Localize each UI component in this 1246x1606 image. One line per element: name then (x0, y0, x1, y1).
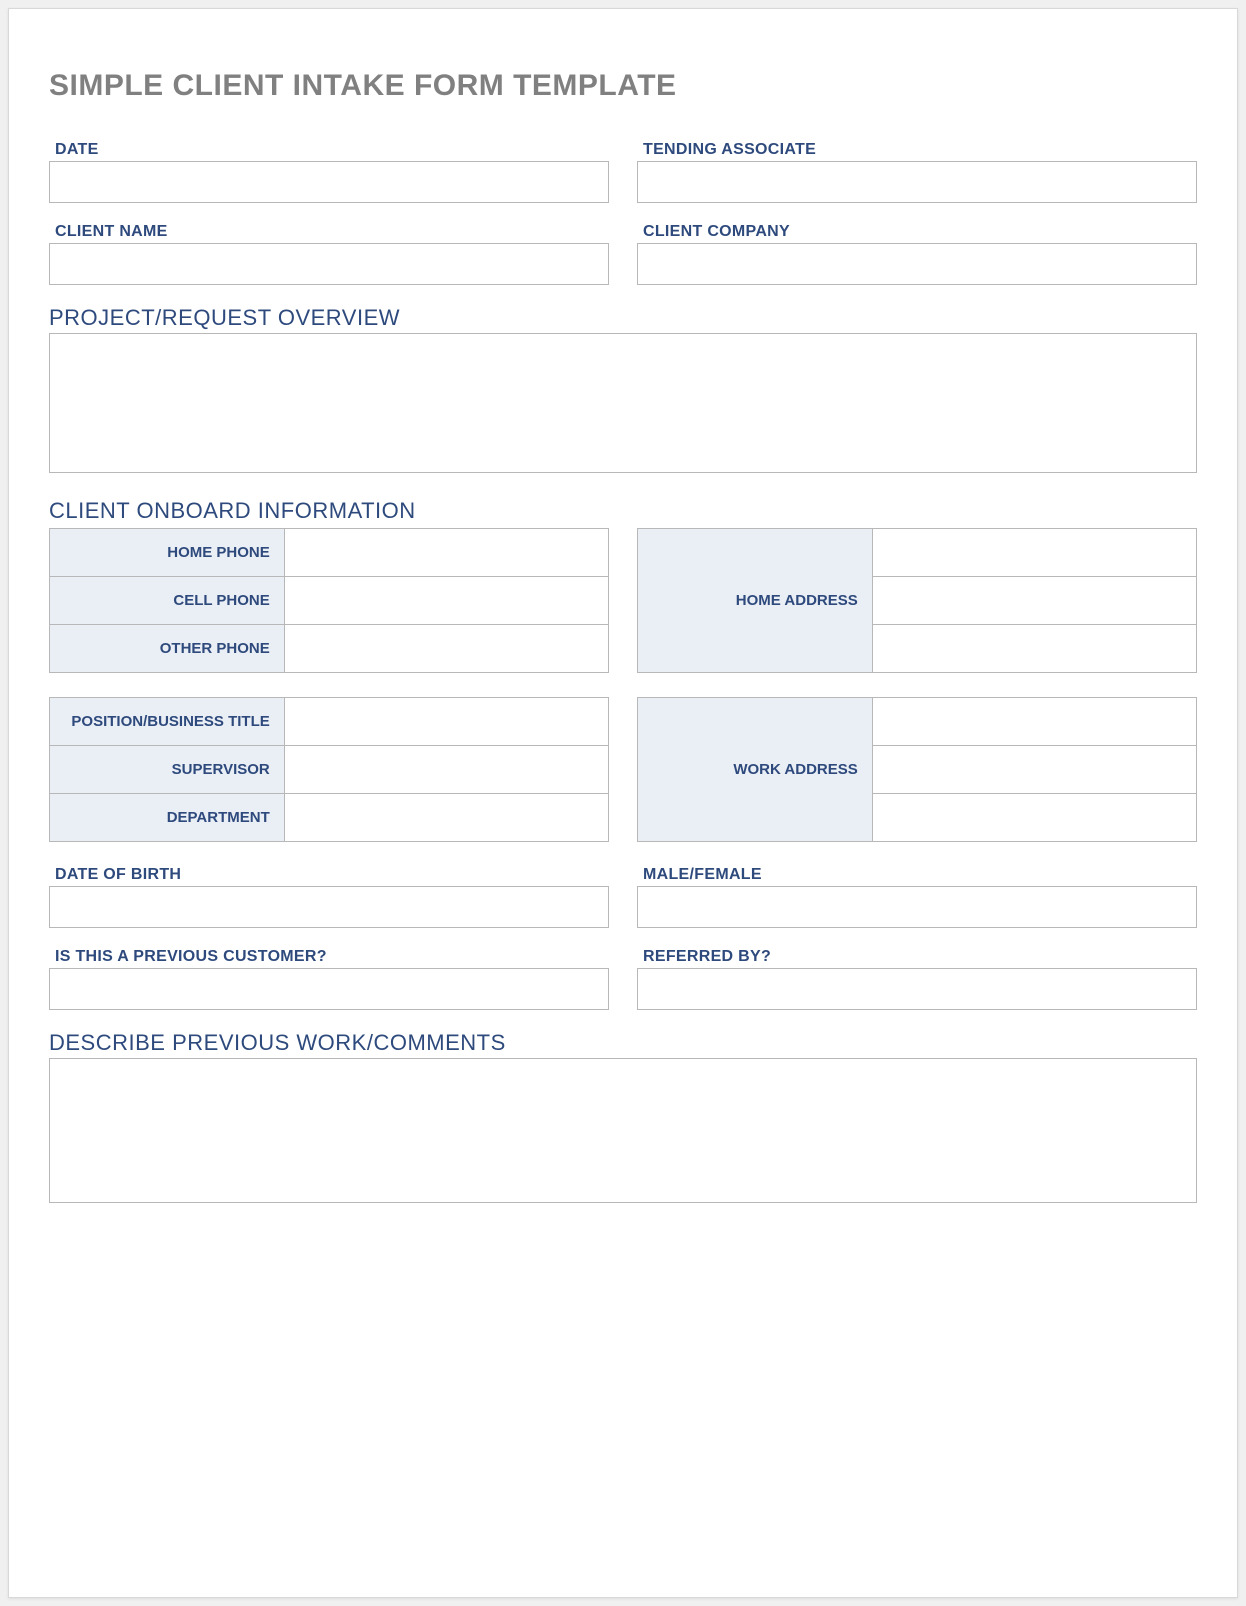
home-phone-label: HOME PHONE (50, 529, 285, 577)
phones-table: HOME PHONE CELL PHONE OTHER PHONE (49, 528, 609, 673)
onboard-work-address: WORK ADDRESS (637, 697, 1197, 842)
field-prev-customer: IS THIS A PREVIOUS CUSTOMER? (49, 948, 609, 1010)
gender-label: MALE/FEMALE (637, 866, 1197, 884)
client-company-label: CLIENT COMPANY (637, 223, 1197, 241)
project-overview-input[interactable] (49, 333, 1197, 473)
dob-input[interactable] (49, 886, 609, 928)
field-project-overview: PROJECT/REQUEST OVERVIEW (49, 305, 1197, 478)
position-title-input[interactable] (285, 698, 608, 745)
work-address-line3-input[interactable] (873, 794, 1196, 841)
prev-customer-label: IS THIS A PREVIOUS CUSTOMER? (49, 948, 609, 966)
tending-associate-label: TENDING ASSOCIATE (637, 141, 1197, 159)
work-address-label: WORK ADDRESS (638, 698, 873, 842)
row-date-associate: DATE TENDING ASSOCIATE (49, 141, 1197, 203)
field-date: DATE (49, 141, 609, 203)
onboard-home-address: HOME ADDRESS (637, 528, 1197, 673)
client-name-input[interactable] (49, 243, 609, 285)
client-name-label: CLIENT NAME (49, 223, 609, 241)
cell-phone-input[interactable] (285, 577, 608, 624)
previous-work-label: DESCRIBE PREVIOUS WORK/COMMENTS (49, 1030, 1197, 1056)
field-tending-associate: TENDING ASSOCIATE (637, 141, 1197, 203)
field-client-company: CLIENT COMPANY (637, 223, 1197, 285)
previous-work-input[interactable] (49, 1058, 1197, 1203)
prev-customer-input[interactable] (49, 968, 609, 1010)
supervisor-input[interactable] (285, 746, 608, 793)
home-address-line1-input[interactable] (873, 529, 1196, 576)
field-client-name: CLIENT NAME (49, 223, 609, 285)
tending-associate-input[interactable] (637, 161, 1197, 203)
onboard-section-label: CLIENT ONBOARD INFORMATION (49, 498, 1197, 524)
gender-input[interactable] (637, 886, 1197, 928)
onboard-group-phones-address: HOME PHONE CELL PHONE OTHER PHONE HOME A… (49, 528, 1197, 673)
field-referred-by: REFERRED BY? (637, 948, 1197, 1010)
page-title: SIMPLE CLIENT INTAKE FORM TEMPLATE (49, 69, 1197, 103)
date-label: DATE (49, 141, 609, 159)
home-address-table: HOME ADDRESS (637, 528, 1197, 673)
work-address-line1-input[interactable] (873, 698, 1196, 745)
home-address-label: HOME ADDRESS (638, 529, 873, 673)
onboard-group-work: POSITION/BUSINESS TITLE SUPERVISOR DEPAR… (49, 697, 1197, 842)
referred-by-input[interactable] (637, 968, 1197, 1010)
home-address-line3-input[interactable] (873, 625, 1196, 672)
onboard-work-details: POSITION/BUSINESS TITLE SUPERVISOR DEPAR… (49, 697, 609, 842)
onboard-phones: HOME PHONE CELL PHONE OTHER PHONE (49, 528, 609, 673)
row-prev-referred: IS THIS A PREVIOUS CUSTOMER? REFERRED BY… (49, 948, 1197, 1010)
other-phone-label: OTHER PHONE (50, 625, 285, 673)
work-address-table: WORK ADDRESS (637, 697, 1197, 842)
client-company-input[interactable] (637, 243, 1197, 285)
form-page: SIMPLE CLIENT INTAKE FORM TEMPLATE DATE … (8, 8, 1238, 1598)
cell-phone-label: CELL PHONE (50, 577, 285, 625)
date-input[interactable] (49, 161, 609, 203)
home-address-line2-input[interactable] (873, 577, 1196, 624)
other-phone-input[interactable] (285, 625, 608, 672)
department-label: DEPARTMENT (50, 794, 285, 842)
row-dob-gender: DATE OF BIRTH MALE/FEMALE (49, 866, 1197, 928)
dob-label: DATE OF BIRTH (49, 866, 609, 884)
position-title-label: POSITION/BUSINESS TITLE (50, 698, 285, 746)
supervisor-label: SUPERVISOR (50, 746, 285, 794)
home-phone-input[interactable] (285, 529, 608, 576)
row-name-company: CLIENT NAME CLIENT COMPANY (49, 223, 1197, 285)
department-input[interactable] (285, 794, 608, 841)
work-address-line2-input[interactable] (873, 746, 1196, 793)
project-overview-label: PROJECT/REQUEST OVERVIEW (49, 305, 1197, 331)
field-previous-work: DESCRIBE PREVIOUS WORK/COMMENTS (49, 1030, 1197, 1208)
field-gender: MALE/FEMALE (637, 866, 1197, 928)
work-details-table: POSITION/BUSINESS TITLE SUPERVISOR DEPAR… (49, 697, 609, 842)
referred-by-label: REFERRED BY? (637, 948, 1197, 966)
field-dob: DATE OF BIRTH (49, 866, 609, 928)
